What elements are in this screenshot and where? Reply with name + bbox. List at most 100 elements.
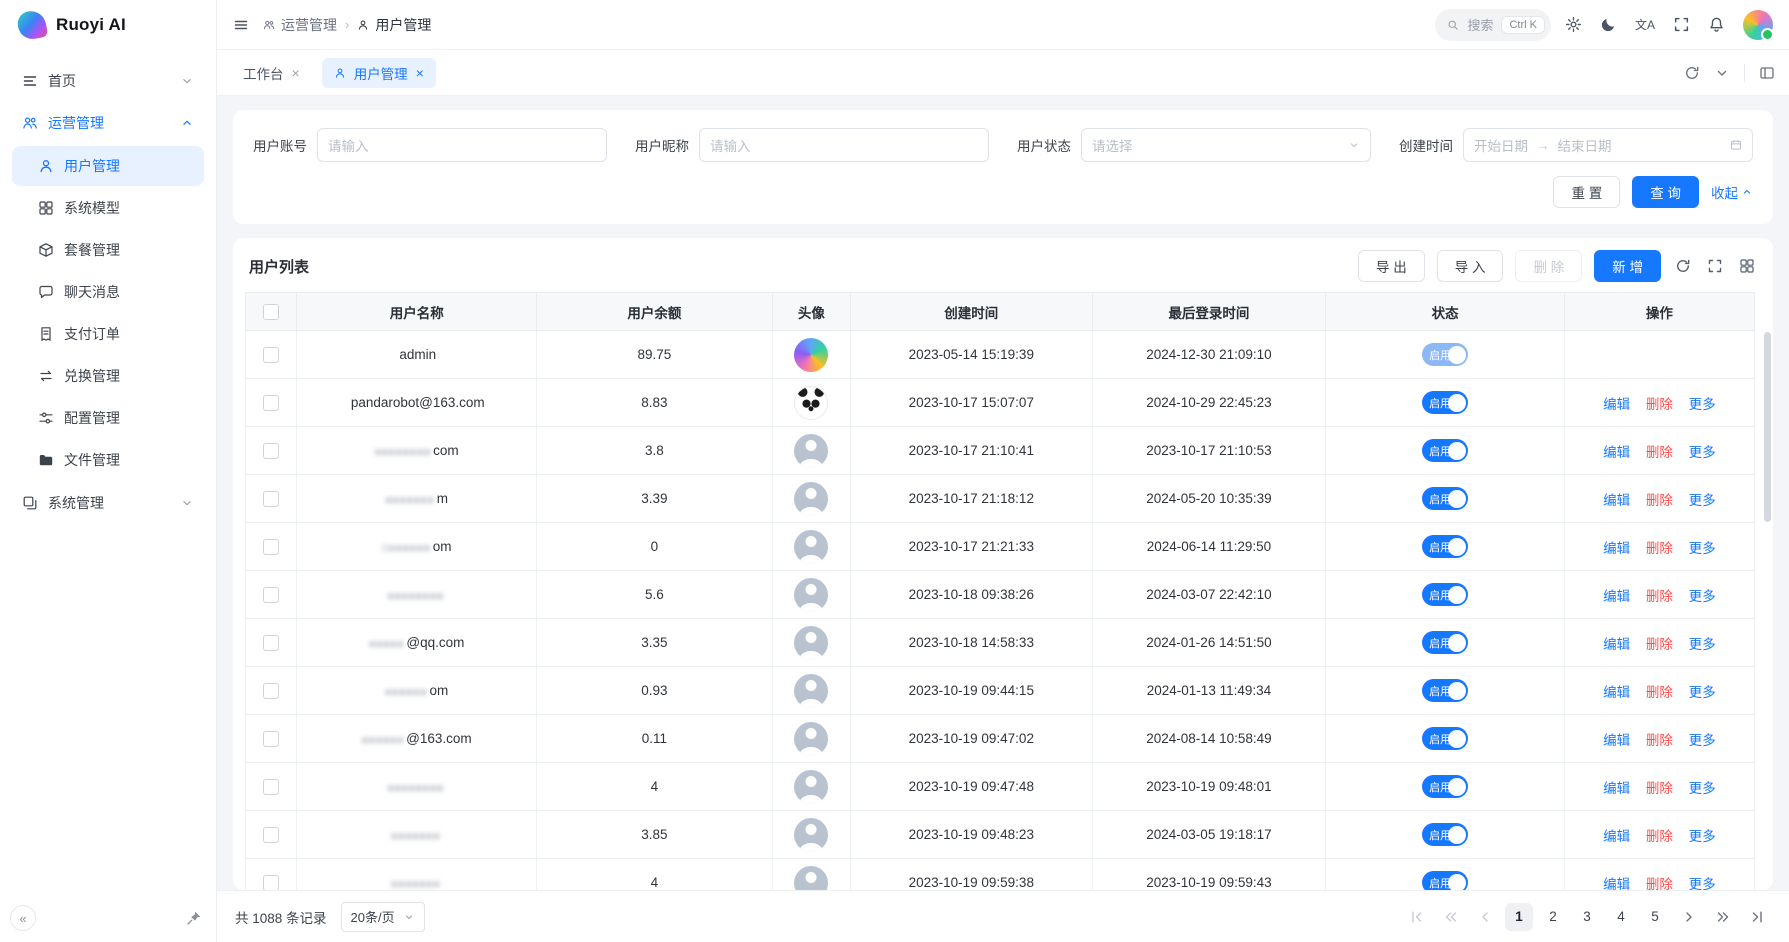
select-all-checkbox[interactable] — [263, 304, 279, 320]
menu-toggle-icon[interactable] — [233, 17, 249, 33]
delete-link[interactable]: 删除 — [1646, 781, 1673, 796]
sidebar-collapse-button[interactable]: « — [10, 905, 36, 931]
delete-link[interactable]: 删除 — [1646, 541, 1673, 556]
date-range-picker[interactable]: 开始日期 → 结束日期 — [1463, 128, 1753, 162]
sidebar-item-exchange[interactable]: 兑换管理 — [12, 356, 204, 396]
add-button[interactable]: 新 增 — [1594, 250, 1661, 282]
close-icon[interactable]: × — [292, 66, 300, 80]
row-checkbox[interactable] — [263, 539, 279, 555]
prev-page-button[interactable] — [1471, 903, 1499, 931]
edit-link[interactable]: 编辑 — [1603, 589, 1630, 604]
delete-link[interactable]: 删除 — [1646, 445, 1673, 460]
status-toggle[interactable]: 启用 — [1422, 343, 1468, 366]
chevron-down-icon[interactable] — [1714, 65, 1730, 81]
more-link[interactable]: 更多 — [1689, 493, 1716, 508]
edit-link[interactable]: 编辑 — [1603, 877, 1630, 891]
export-button[interactable]: 导 出 — [1358, 250, 1425, 282]
refresh-icon[interactable] — [1684, 65, 1700, 81]
edit-link[interactable]: 编辑 — [1603, 397, 1630, 412]
page-size-select[interactable]: 20条/页 — [341, 902, 425, 932]
row-checkbox[interactable] — [263, 587, 279, 603]
table-fullscreen-button[interactable] — [1705, 256, 1725, 276]
sidebar-item-orders[interactable]: 支付订单 — [12, 314, 204, 354]
more-link[interactable]: 更多 — [1689, 829, 1716, 844]
row-checkbox[interactable] — [263, 875, 279, 890]
row-checkbox[interactable] — [263, 827, 279, 843]
status-select[interactable]: 请选择 — [1081, 128, 1371, 162]
more-link[interactable]: 更多 — [1689, 877, 1716, 891]
row-checkbox[interactable] — [263, 347, 279, 363]
edit-link[interactable]: 编辑 — [1603, 637, 1630, 652]
settings-gear-icon[interactable] — [1565, 16, 1582, 33]
prev-5-pages-button[interactable] — [1437, 903, 1465, 931]
fullscreen-icon[interactable] — [1673, 16, 1690, 33]
sidebar-item-config[interactable]: 配置管理 — [12, 398, 204, 438]
sidebar-item-home[interactable]: 首页 — [12, 60, 204, 102]
layout-icon[interactable] — [1759, 65, 1775, 81]
page-button-4[interactable]: 4 — [1607, 903, 1635, 931]
row-checkbox[interactable] — [263, 635, 279, 651]
scrollbar-thumb[interactable] — [1764, 332, 1771, 522]
more-link[interactable]: 更多 — [1689, 541, 1716, 556]
edit-link[interactable]: 编辑 — [1603, 493, 1630, 508]
tab-user-management[interactable]: 用户管理 × — [322, 58, 436, 88]
delete-link[interactable]: 删除 — [1646, 397, 1673, 412]
nickname-input[interactable]: 请输入 — [699, 128, 989, 162]
status-toggle[interactable]: 启用 — [1422, 391, 1468, 414]
delete-button[interactable]: 删 除 — [1515, 250, 1582, 282]
dark-mode-moon-icon[interactable] — [1600, 16, 1617, 33]
table-scrollbar[interactable] — [1764, 332, 1771, 886]
breadcrumb-item[interactable]: 运营管理 — [263, 15, 337, 35]
sidebar-item-users[interactable]: 用户管理 — [12, 146, 204, 186]
more-link[interactable]: 更多 — [1689, 781, 1716, 796]
sidebar-item-packages[interactable]: 套餐管理 — [12, 230, 204, 270]
first-page-button[interactable] — [1403, 903, 1431, 931]
status-toggle[interactable]: 启用 — [1422, 871, 1468, 890]
page-button-3[interactable]: 3 — [1573, 903, 1601, 931]
more-link[interactable]: 更多 — [1689, 733, 1716, 748]
edit-link[interactable]: 编辑 — [1603, 445, 1630, 460]
row-checkbox[interactable] — [263, 395, 279, 411]
search-button[interactable]: 查 询 — [1632, 176, 1699, 208]
row-checkbox[interactable] — [263, 779, 279, 795]
status-toggle[interactable]: 启用 — [1422, 823, 1468, 846]
notification-bell-icon[interactable] — [1708, 16, 1725, 33]
edit-link[interactable]: 编辑 — [1603, 685, 1630, 700]
next-5-pages-button[interactable] — [1709, 903, 1737, 931]
pin-icon[interactable] — [186, 910, 202, 926]
more-link[interactable]: 更多 — [1689, 685, 1716, 700]
delete-link[interactable]: 删除 — [1646, 637, 1673, 652]
table-refresh-button[interactable] — [1673, 256, 1693, 276]
status-toggle[interactable]: 启用 — [1422, 487, 1468, 510]
reset-button[interactable]: 重 置 — [1553, 176, 1620, 208]
delete-link[interactable]: 删除 — [1646, 685, 1673, 700]
global-search[interactable]: 搜索 Ctrl K — [1435, 9, 1551, 41]
column-settings-button[interactable] — [1737, 256, 1757, 276]
status-toggle[interactable]: 启用 — [1422, 727, 1468, 750]
status-toggle[interactable]: 启用 — [1422, 535, 1468, 558]
more-link[interactable]: 更多 — [1689, 637, 1716, 652]
account-input[interactable]: 请输入 — [317, 128, 607, 162]
tab-workbench[interactable]: 工作台 × — [231, 58, 312, 88]
more-link[interactable]: 更多 — [1689, 445, 1716, 460]
page-button-2[interactable]: 2 — [1539, 903, 1567, 931]
delete-link[interactable]: 删除 — [1646, 493, 1673, 508]
row-checkbox[interactable] — [263, 731, 279, 747]
more-link[interactable]: 更多 — [1689, 589, 1716, 604]
sidebar-item-models[interactable]: 系统模型 — [12, 188, 204, 228]
delete-link[interactable]: 删除 — [1646, 733, 1673, 748]
status-toggle[interactable]: 启用 — [1422, 583, 1468, 606]
collapse-filters-button[interactable]: 收起 — [1711, 182, 1753, 202]
sidebar-item-files[interactable]: 文件管理 — [12, 440, 204, 480]
row-checkbox[interactable] — [263, 683, 279, 699]
status-toggle[interactable]: 启用 — [1422, 439, 1468, 462]
last-page-button[interactable] — [1743, 903, 1771, 931]
page-button-5[interactable]: 5 — [1641, 903, 1669, 931]
status-toggle[interactable]: 启用 — [1422, 775, 1468, 798]
language-translate-icon[interactable]: 文A — [1635, 16, 1655, 33]
edit-link[interactable]: 编辑 — [1603, 829, 1630, 844]
close-icon[interactable]: × — [416, 66, 424, 80]
row-checkbox[interactable] — [263, 443, 279, 459]
import-button[interactable]: 导 入 — [1437, 250, 1504, 282]
delete-link[interactable]: 删除 — [1646, 589, 1673, 604]
